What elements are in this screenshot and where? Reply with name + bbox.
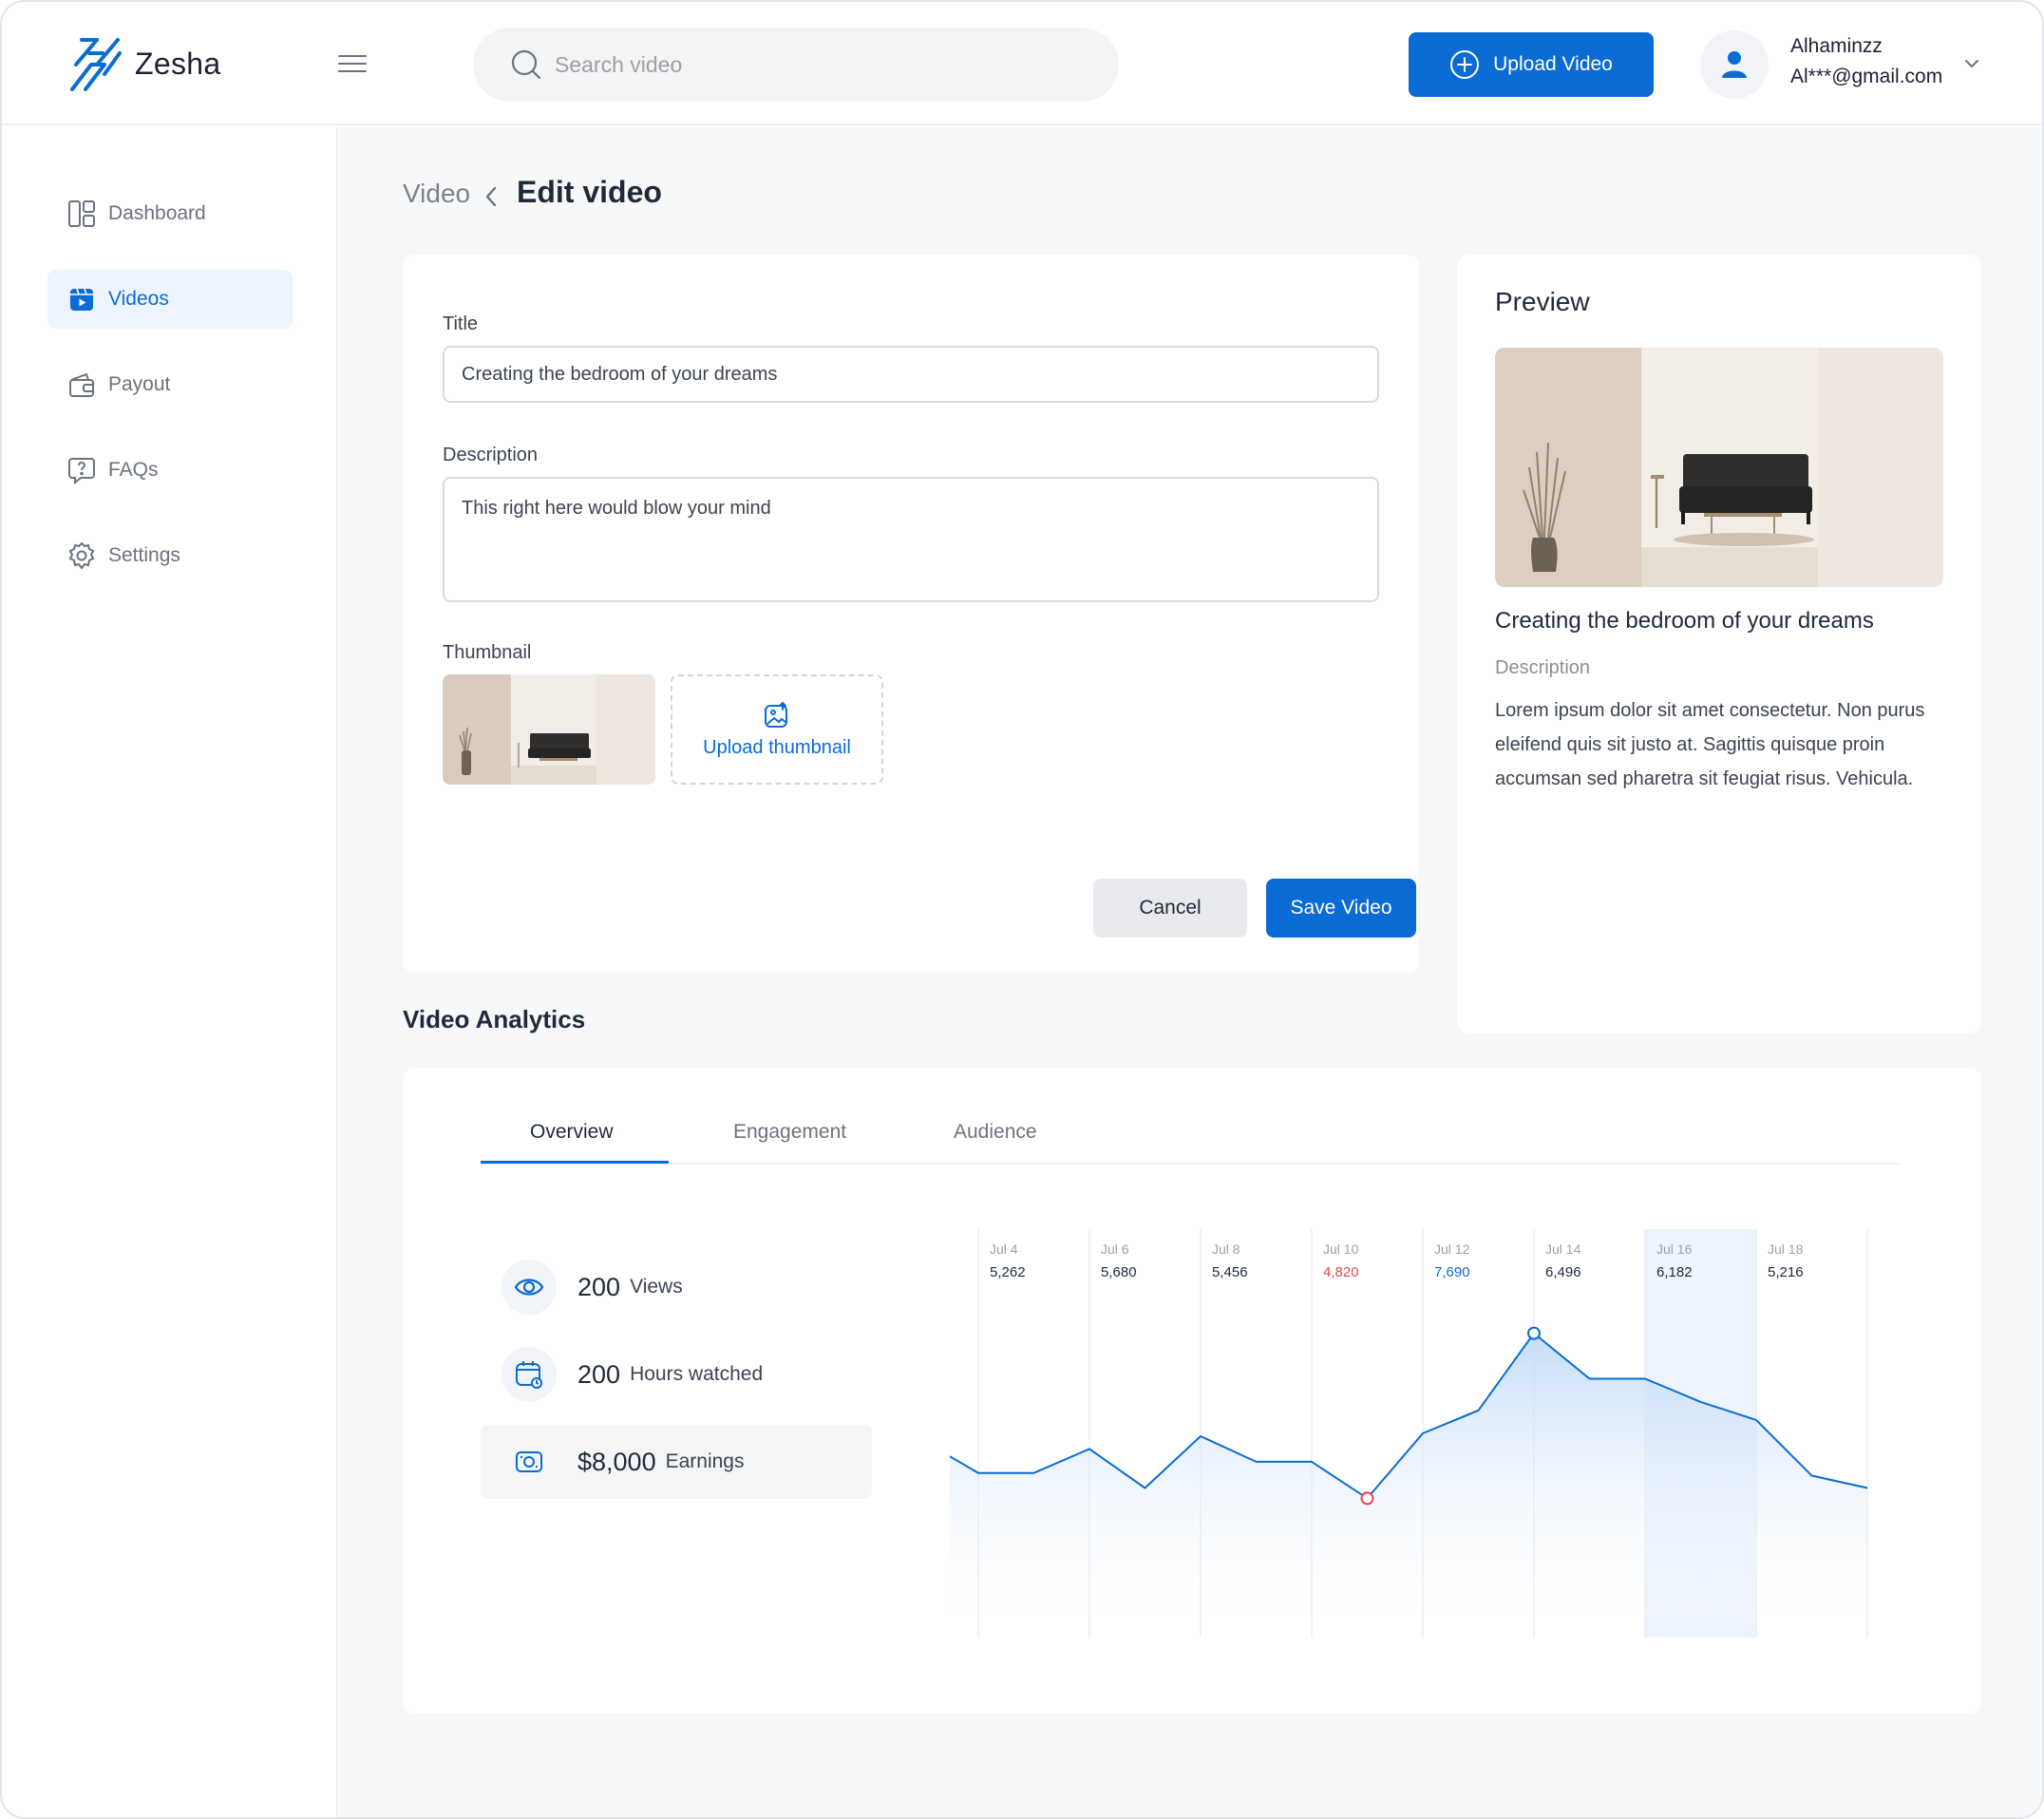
sidebar-item-payout[interactable]: Payout — [47, 355, 293, 414]
sidebar: Dashboard Videos Payout FAQs Settings — [2, 127, 338, 1817]
sidebar-item-label: FAQs — [108, 459, 159, 481]
analytics-tabs: Overview Engagement Audience — [481, 1109, 1900, 1165]
app-name: Zesha — [135, 46, 221, 81]
high-point-marker — [1527, 1326, 1541, 1340]
logo[interactable]: Zesha — [68, 36, 220, 91]
stat-views[interactable]: 200 Views — [481, 1250, 872, 1324]
column-value-label: 5,456 — [1212, 1264, 1248, 1280]
avatar[interactable] — [1700, 30, 1769, 99]
top-header: Zesha Upload Video Alh — [2, 2, 2042, 125]
column-date-label: Jul 10 — [1323, 1241, 1359, 1257]
video-icon — [66, 284, 97, 314]
description-input[interactable]: This right here would blow your mind — [443, 477, 1379, 602]
column-value-label: 5,262 — [990, 1264, 1026, 1280]
gear-icon — [66, 540, 97, 571]
stat-earnings[interactable]: $8,000 Earnings — [481, 1425, 872, 1499]
user-icon — [1722, 51, 1747, 78]
upload-thumbnail-button[interactable]: Upload thumbnail — [671, 674, 883, 785]
zesha-logo-icon — [70, 38, 122, 91]
sidebar-item-label: Payout — [108, 373, 171, 395]
sidebar-item-faqs[interactable]: FAQs — [47, 441, 293, 500]
column-value-label: 6,182 — [1656, 1264, 1693, 1280]
thumbnail-image[interactable] — [443, 674, 655, 785]
save-video-button[interactable]: Save Video — [1266, 879, 1416, 938]
thumbnail-label: Thumbnail — [443, 642, 532, 663]
tab-overview[interactable]: Overview — [530, 1121, 614, 1144]
upload-video-label: Upload Video — [1493, 53, 1613, 75]
preview-description: Lorem ipsum dolor sit amet consectetur. … — [1495, 700, 1925, 789]
calendar-clock-icon — [502, 1347, 557, 1402]
preview-title: Creating the bedroom of your dreams — [1495, 608, 1874, 634]
column-date-label: Jul 16 — [1656, 1241, 1693, 1257]
stat-hours-watched[interactable]: 200 Hours watched — [481, 1337, 872, 1412]
chevron-down-icon[interactable] — [1962, 54, 1981, 78]
sidebar-item-settings[interactable]: Settings — [47, 526, 293, 585]
tab-engagement[interactable]: Engagement — [733, 1121, 846, 1144]
wallet-icon — [66, 369, 97, 400]
sidebar-item-dashboard[interactable]: Dashboard — [47, 184, 293, 243]
preview-image — [1495, 348, 1943, 587]
dashboard-icon — [66, 199, 97, 229]
upload-video-button[interactable]: Upload Video — [1409, 32, 1654, 97]
tab-audience[interactable]: Audience — [954, 1121, 1037, 1144]
column-value-label: 6,496 — [1545, 1264, 1581, 1280]
analytics-title: Video Analytics — [403, 1005, 586, 1033]
column-value-label: 4,820 — [1323, 1264, 1359, 1280]
search-icon — [511, 49, 541, 80]
column-date-label: Jul 18 — [1768, 1241, 1804, 1257]
user-name: Alhaminzz — [1790, 35, 1883, 57]
plus-circle-icon — [1450, 50, 1480, 79]
money-icon — [502, 1434, 557, 1489]
hours-label: Hours watched — [630, 1363, 764, 1385]
help-icon — [66, 455, 97, 485]
analytics-chart: Jul 4 5,262 Jul 6 5,680 Jul 8 5,456 Jul 10 4,82… — [950, 1229, 1868, 1638]
search-bar[interactable] — [473, 28, 1119, 102]
sidebar-item-label: Videos — [108, 288, 169, 310]
search-input[interactable] — [555, 51, 1049, 78]
column-value-label: 7,690 — [1434, 1264, 1470, 1280]
menu-toggle-icon[interactable] — [338, 55, 367, 74]
title-label: Title — [443, 313, 479, 334]
preview-description-label: Description — [1495, 657, 1591, 678]
views-label: Views — [630, 1276, 683, 1298]
eye-icon — [502, 1260, 557, 1315]
app-window: Zesha Upload Video Alh — [0, 0, 2044, 1819]
chevron-left-icon[interactable] — [483, 184, 500, 214]
sidebar-item-label: Dashboard — [108, 202, 206, 224]
earnings-value: $8,000 — [577, 1447, 656, 1476]
views-value: 200 — [577, 1272, 621, 1301]
preview-heading: Preview — [1495, 287, 1590, 316]
sidebar-item-label: Settings — [108, 544, 180, 566]
column-date-label: Jul 12 — [1434, 1241, 1470, 1257]
upload-thumbnail-label: Upload thumbnail — [703, 736, 851, 758]
column-date-label: Jul 8 — [1212, 1241, 1240, 1257]
low-point-marker — [1360, 1491, 1374, 1506]
page-title: Edit video — [517, 175, 662, 209]
hours-value: 200 — [577, 1359, 621, 1389]
column-value-label: 5,680 — [1101, 1264, 1137, 1280]
active-tab-indicator — [481, 1161, 669, 1164]
preview-card: Preview Creating the bedroom of your dre… — [1457, 255, 1981, 1033]
main-content: Video Edit video Title Description This … — [340, 127, 2042, 1817]
column-date-label: Jul 4 — [990, 1241, 1018, 1257]
sidebar-item-videos[interactable]: Videos — [47, 270, 293, 329]
cancel-button[interactable]: Cancel — [1093, 879, 1247, 938]
user-email: Al***@gmail.com — [1790, 66, 1943, 87]
edit-form-card: Title Description This right here would … — [403, 255, 1419, 973]
earnings-label: Earnings — [665, 1450, 745, 1472]
description-label: Description — [443, 445, 539, 465]
breadcrumb-parent[interactable]: Video — [403, 179, 470, 209]
column-date-label: Jul 14 — [1545, 1241, 1581, 1257]
analytics-card: Overview Engagement Audience 200 Views 2… — [403, 1068, 1981, 1714]
image-upload-icon — [765, 701, 787, 728]
column-date-label: Jul 6 — [1101, 1241, 1129, 1257]
column-value-label: 5,216 — [1768, 1264, 1804, 1280]
title-input[interactable] — [443, 346, 1379, 403]
